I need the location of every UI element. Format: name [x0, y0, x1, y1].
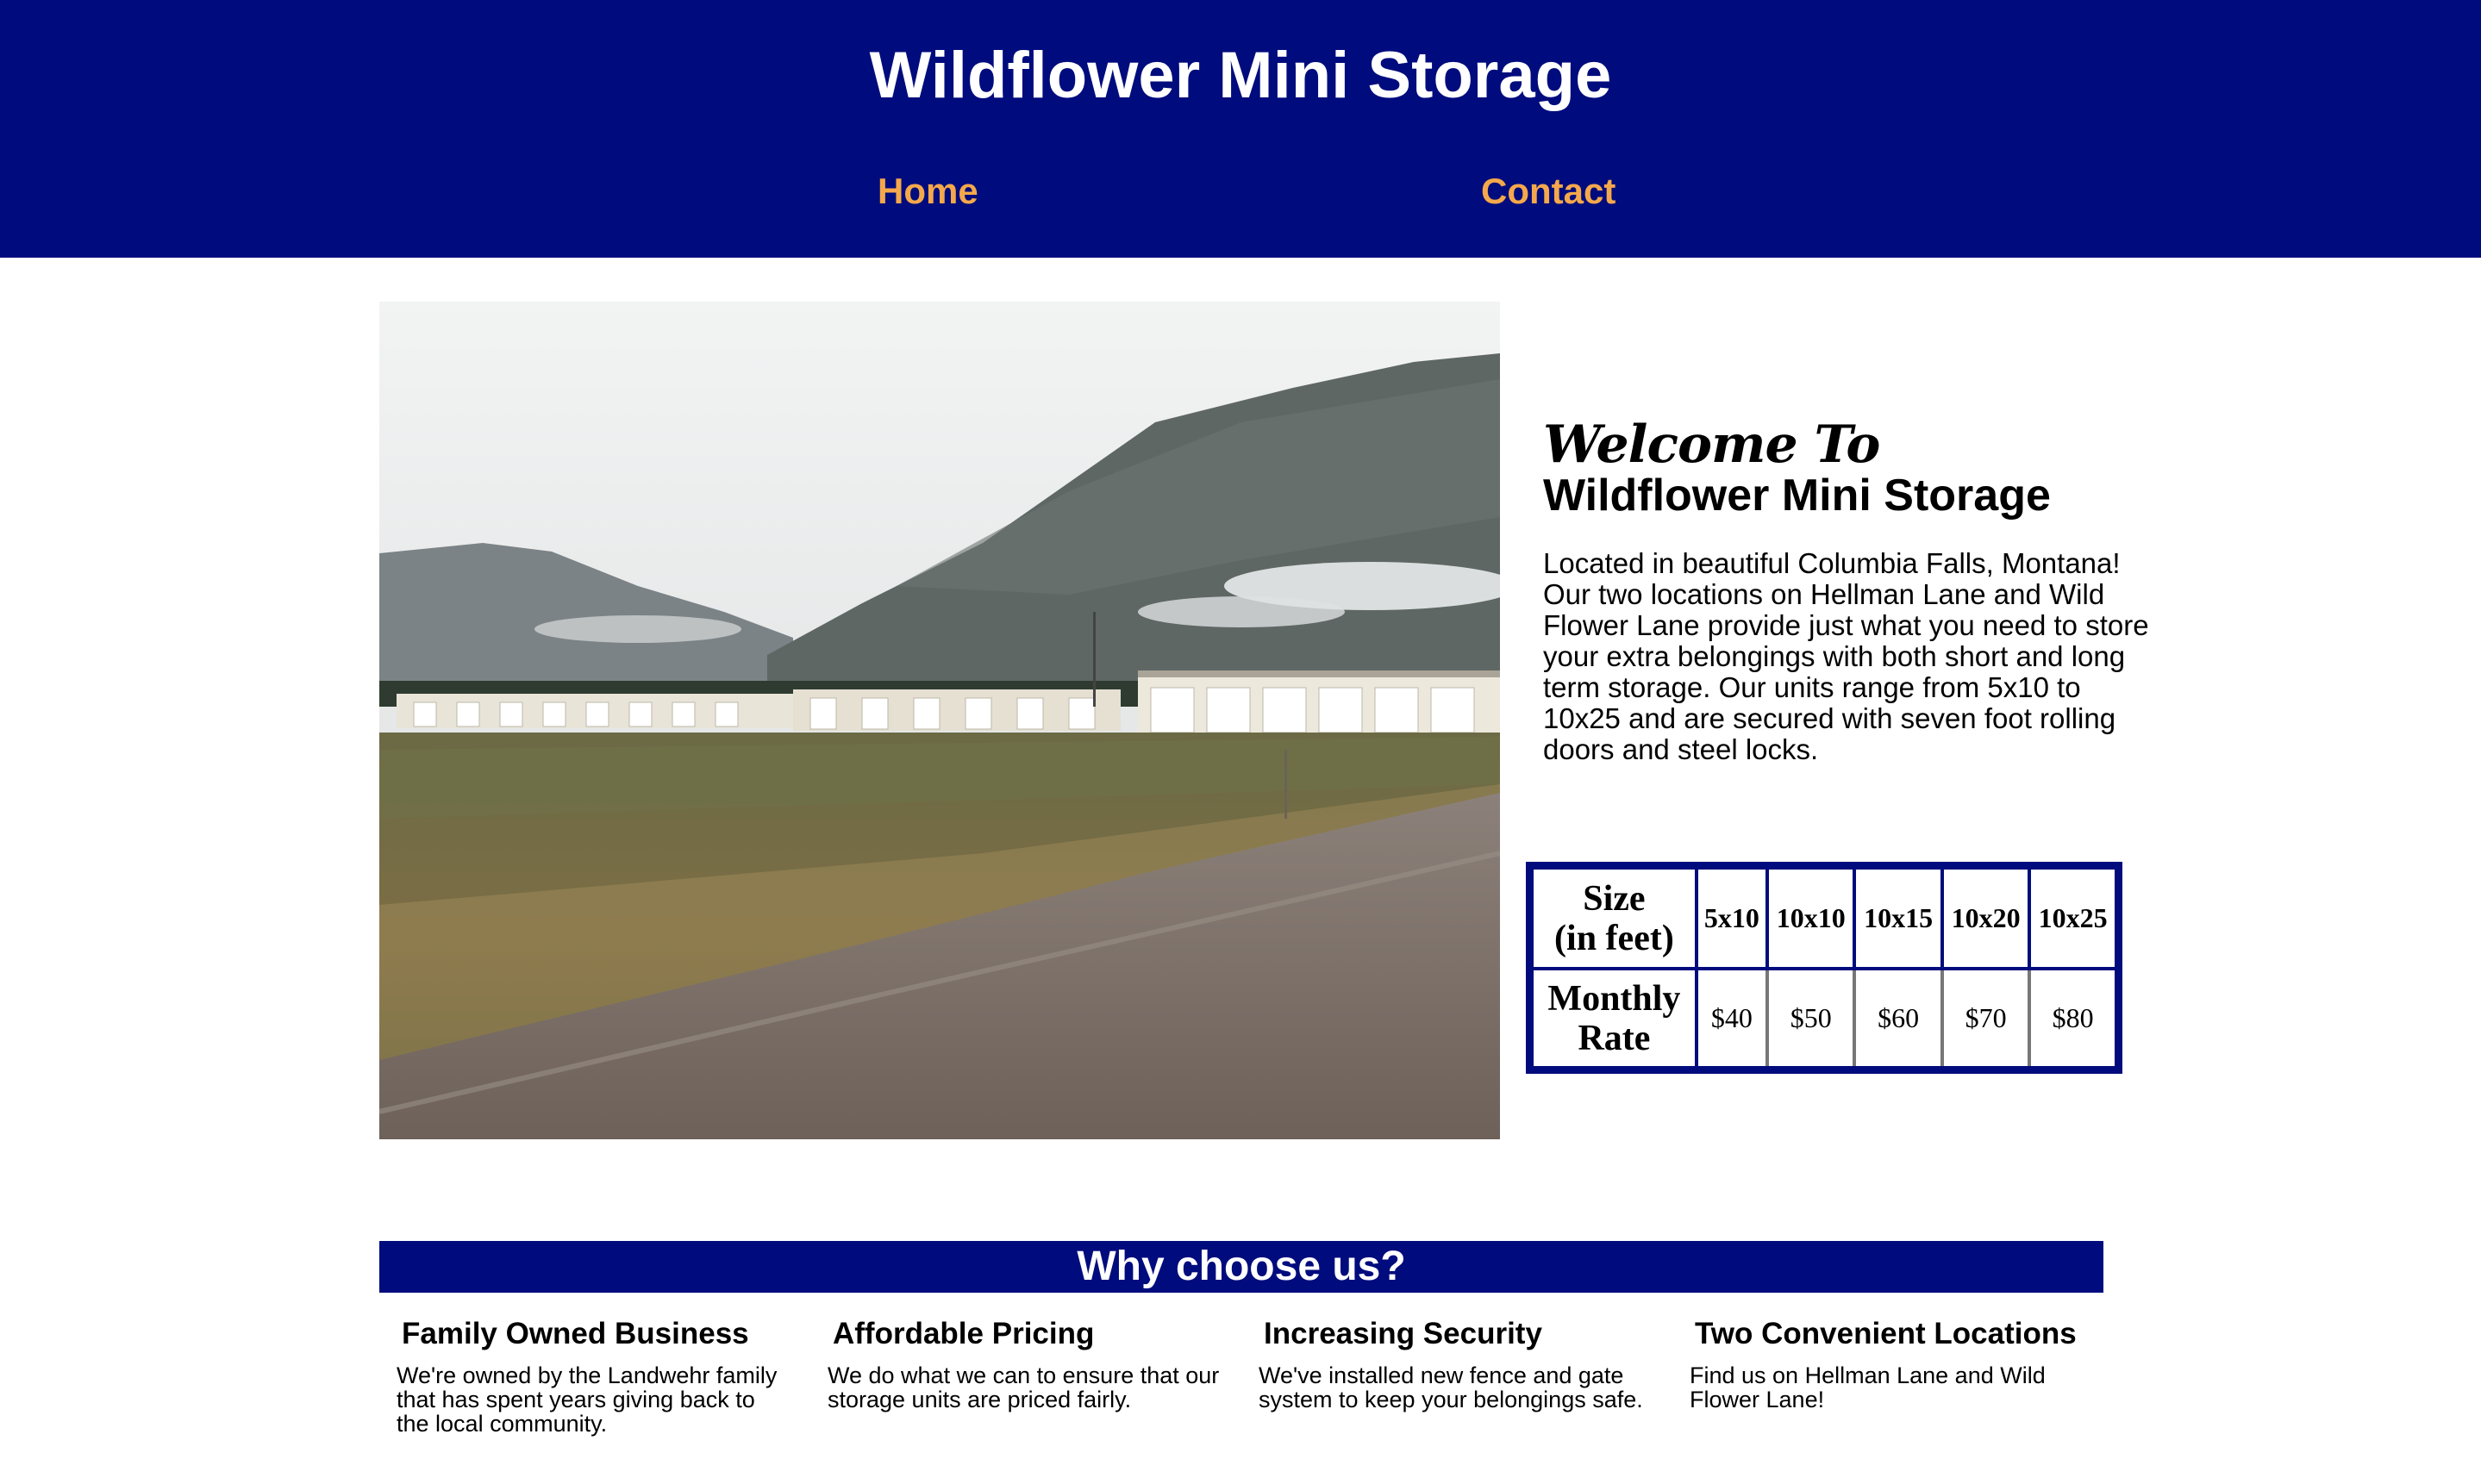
size-label-line1: Size — [1583, 878, 1646, 919]
prices-row: Monthly Rate $40 $50 $60 $70 $80 — [1534, 970, 2115, 1066]
welcome-business-name: Wildflower Mini Storage — [1543, 471, 2051, 521]
price-cell: $70 — [1944, 970, 2032, 1066]
site-header: Wildflower Mini Storage Home Contact — [0, 0, 2481, 258]
rate-label-line2: Rate — [1578, 1018, 1651, 1058]
nav-home-link[interactable]: Home — [878, 165, 978, 217]
size-cell: 10x20 — [1943, 870, 2032, 971]
feature-title: Two Convenient Locations — [1695, 1317, 2077, 1350]
rate-label-line1: Monthly — [1547, 978, 1681, 1019]
feature-family-owned: Family Owned Business We're owned by the… — [397, 1315, 793, 1436]
rates-table: Size (in feet) 5x10 10x10 10x15 10x20 10… — [1526, 862, 2122, 1074]
price-cell: $50 — [1769, 970, 1857, 1066]
storage-facility-photo — [379, 302, 1500, 1139]
price-cell: $40 — [1698, 970, 1769, 1066]
feature-two-locations: Two Convenient Locations Find us on Hell… — [1690, 1315, 2086, 1412]
size-cell: 10x10 — [1768, 870, 1857, 971]
feature-title: Increasing Security — [1264, 1317, 1542, 1350]
feature-text: Find us on Hellman Lane and Wild Flower … — [1690, 1362, 2046, 1412]
site-title: Wildflower Mini Storage — [869, 39, 1612, 112]
size-header-cell: Size (in feet) — [1534, 870, 1698, 971]
feature-text: We're owned by the Landwehr family that … — [397, 1362, 778, 1437]
feature-title: Family Owned Business — [402, 1317, 749, 1350]
price-cell: $80 — [2052, 1002, 2094, 1033]
why-choose-us-heading: Why choose us? — [379, 1241, 2103, 1293]
price-cell: $60 — [1856, 970, 1944, 1066]
feature-increasing-security: Increasing Security We've installed new … — [1259, 1315, 1655, 1412]
feature-affordable-pricing: Affordable Pricing We do what we can to … — [828, 1315, 1224, 1412]
rate-header-cell: Monthly Rate — [1534, 970, 1698, 1066]
sizes-row: Size (in feet) 5x10 10x10 10x15 10x20 10… — [1534, 870, 2115, 971]
size-cell: 10x25 — [2031, 870, 2115, 971]
size-cell: 5x10 — [1697, 870, 1769, 971]
welcome-description: Located in beautiful Columbia Falls, Mon… — [1543, 547, 2149, 765]
size-cell: 10x15 — [1856, 870, 1944, 971]
feature-text: We do what we can to ensure that our sto… — [828, 1362, 1220, 1412]
feature-title: Affordable Pricing — [833, 1317, 1095, 1350]
size-label-line2: (in feet) — [1554, 918, 1674, 958]
feature-text: We've installed new fence and gate syste… — [1259, 1362, 1643, 1412]
nav-contact-link[interactable]: Contact — [1481, 165, 1615, 217]
